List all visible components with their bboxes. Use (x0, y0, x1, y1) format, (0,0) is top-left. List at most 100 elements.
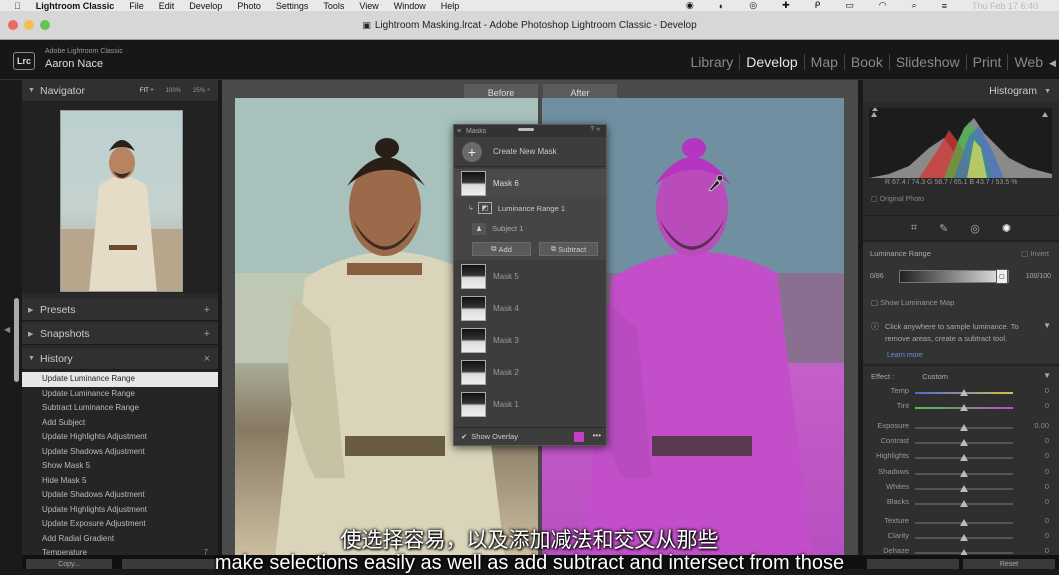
navigator-header[interactable]: ▼ Navigator FIT ÷ 100% 25% ÷ (22, 80, 218, 102)
history-item[interactable]: Show Mask 5 (22, 459, 218, 474)
slider-value[interactable]: 0 (1045, 401, 1049, 410)
slider-knob[interactable] (960, 454, 968, 461)
module-develop[interactable]: Develop (739, 54, 803, 70)
history-item[interactable]: Update Luminance Range (22, 372, 218, 387)
effect-dropdown[interactable]: Custom (922, 372, 948, 381)
masks-panel-titlebar[interactable]: ≡ Masks ? » (454, 125, 606, 137)
menu-window[interactable]: Window (394, 1, 426, 11)
module-print[interactable]: Print (965, 54, 1008, 70)
zoom-fit-option[interactable]: FIT ÷ (140, 88, 154, 94)
history-item[interactable]: Update Highlights Adjustment (22, 503, 218, 518)
menu-develop[interactable]: Develop (189, 1, 222, 11)
search-icon[interactable]: ⌕ (912, 0, 917, 11)
menu-file[interactable]: File (129, 1, 144, 11)
create-new-mask-button[interactable]: + Create New Mask (454, 137, 606, 167)
add-preset-icon[interactable]: + (204, 304, 210, 316)
histogram-header[interactable]: Histogram ▼ (863, 80, 1059, 102)
invert-checkbox[interactable]: ▢ Invert (1021, 249, 1049, 258)
close-window-button[interactable] (8, 20, 18, 30)
history-item[interactable]: Subtract Luminance Range (22, 401, 218, 416)
battery-icon[interactable]: ▭ (845, 0, 854, 11)
menu-lines-icon[interactable]: ≡ (457, 128, 461, 135)
zoom-25-option[interactable]: 25% ÷ (193, 88, 210, 94)
menu-view[interactable]: View (359, 1, 378, 11)
mask-component-subject[interactable]: ♟ Subject 1 (454, 219, 606, 238)
mask-item[interactable]: Mask 1 (454, 388, 606, 420)
panel-drag-grip[interactable] (518, 128, 534, 131)
zoom-100-option[interactable]: 100% (166, 88, 181, 94)
mask-component-luminance[interactable]: ↳ ◩ Luminance Range 1 (454, 197, 606, 219)
menu-app-name[interactable]: Lightroom Classic (36, 1, 115, 11)
zoom-window-button[interactable] (40, 20, 50, 30)
slider-tint[interactable]: Tint 0 (863, 401, 1059, 415)
show-luminance-map-checkbox[interactable]: ▢ Show Luminance Map (871, 298, 954, 307)
slider-blacks[interactable]: Blacks 0 (863, 497, 1059, 511)
slider-temp[interactable]: Temp 0 (863, 386, 1059, 400)
status-icon[interactable]: ◉ (686, 0, 694, 11)
status-icon[interactable]: ᑭ (815, 0, 821, 11)
slider-knob[interactable] (960, 485, 968, 492)
slider-value[interactable]: 0 (1045, 497, 1049, 506)
slider-value[interactable]: 0 (1045, 482, 1049, 491)
slider-knob[interactable] (960, 500, 968, 507)
more-options-icon[interactable]: ••• (593, 431, 601, 440)
menubar-clock[interactable]: Thu Feb 17 6:40 (972, 1, 1038, 11)
slider-value[interactable]: 0 (1045, 467, 1049, 476)
apple-icon[interactable]:  (14, 1, 21, 11)
module-web[interactable]: Web (1007, 54, 1049, 70)
learn-more-link[interactable]: Learn more (887, 352, 923, 359)
status-icon[interactable]: ✚ (782, 0, 790, 11)
slider-knob[interactable] (960, 439, 968, 446)
history-item[interactable]: Update Shadows Adjustment (22, 445, 218, 460)
menu-edit[interactable]: Edit (159, 1, 175, 11)
history-item[interactable]: Update Luminance Range (22, 387, 218, 402)
luminance-range-handle[interactable]: ▢ (996, 269, 1008, 284)
navigator-thumbnail[interactable] (60, 110, 183, 292)
module-map[interactable]: Map (803, 54, 844, 70)
help-icon[interactable]: ? » (590, 126, 600, 133)
mask-item[interactable]: Mask 5 (454, 260, 606, 292)
history-item[interactable]: Add Subject (22, 416, 218, 431)
luminance-range-gradient[interactable] (899, 270, 1009, 283)
overlay-color-swatch[interactable] (574, 432, 584, 442)
minimize-window-button[interactable] (24, 20, 34, 30)
subtract-button[interactable]: ⧉ Subtract (539, 242, 598, 256)
slider-knob[interactable] (960, 389, 968, 396)
presets-header[interactable]: ▶ Presets + (22, 299, 218, 321)
red-eye-tool-icon[interactable]: ◎ (970, 222, 980, 235)
effect-collapse-icon[interactable]: ▼ (1043, 371, 1051, 380)
slider-value[interactable]: 0 (1045, 386, 1049, 395)
original-photo-toggle[interactable]: ▢ Original Photo (871, 195, 924, 203)
slider-value[interactable]: 0 (1045, 451, 1049, 460)
slider-knob[interactable] (960, 470, 968, 477)
mask-item[interactable]: Mask 2 (454, 356, 606, 388)
menu-help[interactable]: Help (441, 1, 460, 11)
module-slideshow[interactable]: Slideshow (888, 54, 966, 70)
left-panel-scrollbar[interactable] (14, 298, 19, 382)
add-button[interactable]: ⧉ Add (472, 242, 531, 256)
clear-history-icon[interactable]: × (204, 353, 210, 365)
menu-photo[interactable]: Photo (237, 1, 261, 11)
mask-item[interactable]: Mask 4 (454, 292, 606, 324)
tip-collapse-icon[interactable]: ▼ (1043, 321, 1051, 330)
crop-tool-icon[interactable]: ⌗ (911, 222, 917, 235)
masking-tool-icon[interactable]: ✺ (1002, 222, 1011, 235)
slider-shadows[interactable]: Shadows 0 (863, 467, 1059, 481)
mask-item-active[interactable]: Mask 6 (454, 169, 606, 197)
slider-whites[interactable]: Whites 0 (863, 482, 1059, 496)
healing-tool-icon[interactable]: ✎ (939, 222, 948, 235)
slider-knob[interactable] (960, 424, 968, 431)
collapse-right-panel-icon[interactable]: ◀ (1049, 58, 1056, 69)
show-overlay-checkbox[interactable]: ✔ (461, 432, 467, 441)
slider-knob[interactable] (960, 404, 968, 411)
module-library[interactable]: Library (685, 54, 740, 70)
history-item[interactable]: Hide Mask 5 (22, 474, 218, 489)
collapse-left-panel-icon[interactable]: ◀ (4, 325, 10, 334)
menu-settings[interactable]: Settings (276, 1, 309, 11)
slider-value[interactable]: 0 (1045, 436, 1049, 445)
control-center-icon[interactable]: ≡ (942, 1, 947, 11)
snapshots-header[interactable]: ▶ Snapshots + (22, 323, 218, 345)
status-icon[interactable]: ◎ (749, 0, 757, 11)
histogram[interactable] (869, 107, 1052, 178)
wifi-icon[interactable]: ◠ (879, 0, 887, 11)
